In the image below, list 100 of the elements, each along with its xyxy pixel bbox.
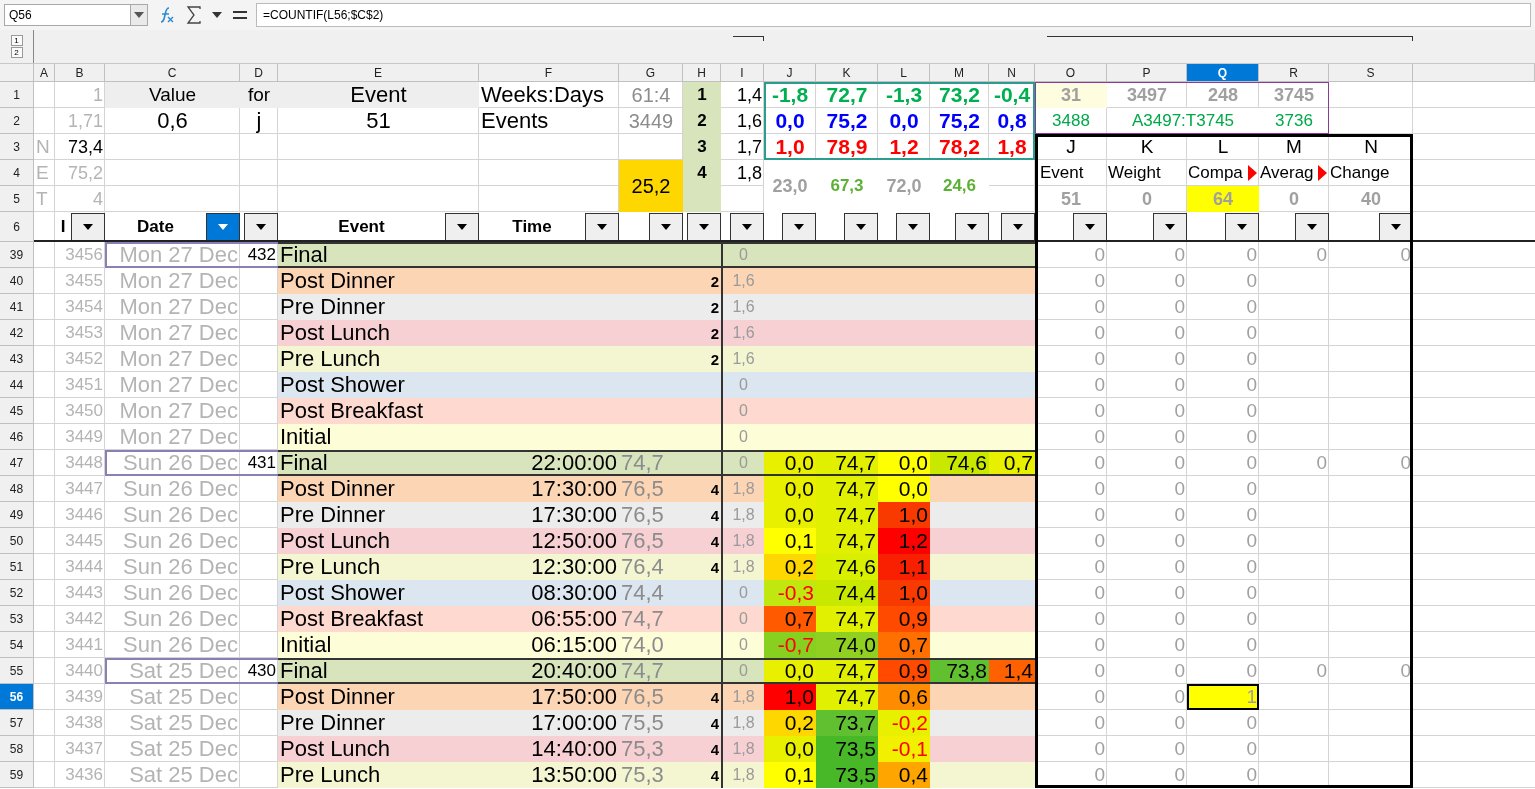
cell-text: 0 [1173,685,1186,709]
row-header[interactable]: 3 [0,134,34,160]
row-header[interactable]: 6 [0,212,34,242]
row-header[interactable]: 41 [0,294,34,320]
column-header[interactable]: G [619,64,683,82]
cell-text: 1,71 [66,109,104,133]
row-header[interactable]: 1 [0,82,34,108]
row-header[interactable]: 49 [0,502,34,528]
sum-icon[interactable] [184,6,204,24]
filter-button[interactable] [71,213,105,241]
cell-text: Mon 27 Dec [118,398,239,424]
column-header[interactable]: H [683,64,721,82]
filter-button[interactable] [445,213,479,241]
row-header[interactable]: 54 [0,632,34,658]
row-header[interactable]: 51 [0,554,34,580]
row-header[interactable]: 59 [0,762,34,788]
column-header[interactable]: S [1329,64,1413,82]
row-header[interactable]: 44 [0,372,34,398]
cell [989,710,1035,736]
cell: 2 [683,294,721,320]
cell-text: 3440 [64,660,104,682]
filter-button[interactable] [955,213,989,241]
column-header[interactable]: F [479,64,619,82]
row-header[interactable]: 58 [0,736,34,762]
row-header[interactable]: 43 [0,346,34,372]
column-header[interactable]: L [878,64,930,82]
filter-button[interactable] [844,213,878,241]
equals-icon[interactable] [230,9,250,21]
filter-button[interactable] [1379,213,1413,241]
column-header[interactable]: O [1035,64,1107,82]
column-header[interactable]: K [816,64,878,82]
filter-button[interactable] [896,213,930,241]
name-box[interactable]: Q56 [4,4,148,26]
row-header[interactable]: 52 [0,580,34,606]
cell-text: 3453 [64,322,104,344]
cell-text: 3442 [64,608,104,630]
column-header[interactable]: N [989,64,1035,82]
outline-level-button[interactable]: 2 [10,47,23,58]
caret-icon [856,224,866,230]
column-header[interactable]: A [34,64,55,82]
row-header[interactable]: 2 [0,108,34,134]
outline-bracket[interactable] [733,36,764,41]
cell [989,346,1035,372]
cell-text: 0 [1245,399,1258,423]
row-header[interactable]: 39 [0,242,34,268]
row-header[interactable]: 57 [0,710,34,736]
filter-button[interactable] [1001,213,1035,241]
filter-button[interactable] [687,213,721,241]
outline-bracket[interactable] [1047,36,1413,41]
row-header[interactable]: 40 [0,268,34,294]
filter-button[interactable] [244,213,278,241]
column-header[interactable]: E [278,64,479,82]
cell-text: 1,4 [735,83,763,107]
filter-button[interactable] [1073,213,1107,241]
row-header[interactable]: 4 [0,160,34,186]
dropdown-icon[interactable] [210,12,224,18]
cell [989,242,1035,268]
cell-text: Events [480,108,550,134]
row-header[interactable]: 50 [0,528,34,554]
formula-input[interactable]: =COUNTIF(L56;$C$2) [256,3,1531,27]
column-header[interactable]: C [105,64,240,82]
cell-text: 3456 [64,244,104,266]
row-header[interactable]: 56 [0,684,34,710]
row-header[interactable]: 5 [0,186,34,212]
column-header[interactable]: D [240,64,278,82]
filter-button[interactable] [206,213,240,241]
row-header[interactable]: 55 [0,658,34,684]
cell-text: 3441 [64,634,104,656]
row-header[interactable]: 42 [0,320,34,346]
column-header[interactable]: M [930,64,989,82]
cell: 0,0 [878,476,930,502]
cell-text: 0 [1173,555,1186,579]
cell [930,684,989,710]
cell-text: 0 [1245,425,1258,449]
filter-button[interactable] [782,213,816,241]
column-header[interactable]: J [764,64,816,82]
filter-button[interactable] [585,213,619,241]
column-header[interactable]: R [1259,64,1329,82]
column-header[interactable]: P [1107,64,1187,82]
filter-button[interactable] [1225,213,1259,241]
column-header[interactable]: B [55,64,105,82]
filter-button[interactable] [1153,213,1187,241]
filter-button[interactable] [1295,213,1329,241]
filter-button[interactable] [730,213,764,241]
row-header[interactable]: 45 [0,398,34,424]
row-header[interactable]: 53 [0,606,34,632]
row-header[interactable]: 46 [0,424,34,450]
caret-icon [742,224,752,230]
outline-level-button[interactable]: 1 [10,35,23,46]
caret-icon [597,224,607,230]
cell-text: 0 [1288,187,1300,211]
cell-text: 0 [1399,451,1412,475]
column-header[interactable]: I [721,64,764,82]
cell-text: 0 [1245,555,1258,579]
column-header[interactable]: Q [1187,64,1259,82]
row-header[interactable]: 47 [0,450,34,476]
cell [683,580,721,606]
filter-button[interactable] [649,213,683,241]
row-header[interactable]: 48 [0,476,34,502]
caret-icon [218,224,228,230]
